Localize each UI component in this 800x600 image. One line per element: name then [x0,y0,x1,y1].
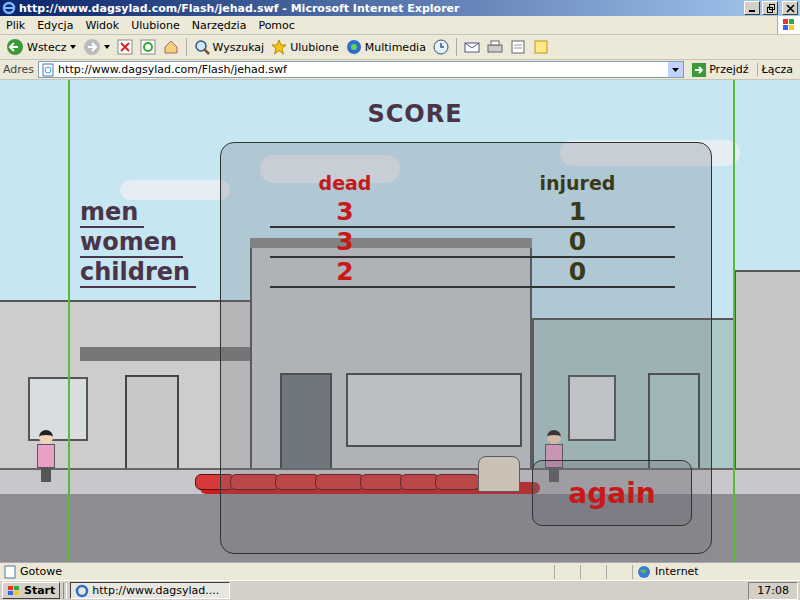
minimize-icon [748,4,757,13]
star-icon [271,39,287,55]
go-button[interactable]: Przejdź [688,63,752,77]
windows-logo-icon [7,585,21,597]
pedestrian [36,430,56,482]
row-label: women [80,228,270,258]
mail-icon [464,39,480,55]
refresh-icon [140,39,156,55]
flash-game[interactable]: SCORE dead injured men 3 1 women 3 0 child… [0,80,800,562]
taskbar-task[interactable]: http://www.dagsylad.... [70,582,230,599]
search-button[interactable]: Wyszukaj [191,36,268,58]
address-dropdown[interactable] [668,62,683,77]
ie-icon [75,584,89,598]
forward-button[interactable] [80,36,113,58]
page-icon [41,63,55,77]
close-icon [786,4,795,13]
injured-count: 0 [480,258,675,288]
dropdown-icon [70,45,76,49]
menu-item[interactable]: Edycja [31,19,79,32]
cloud [120,180,230,200]
status-text: Gotowe [20,565,551,578]
zone-indicator: Internet [632,565,797,579]
notes-button[interactable] [530,36,552,58]
close-button[interactable] [782,1,798,15]
menu-bar: PlikEdycjaWidokUlubioneNarzędziaPomoc [0,16,800,35]
window-title: http://www.dagsylad.com/Flash/jehad.swf … [19,2,741,15]
status-bar: Gotowe Internet [0,562,800,580]
printer-icon [487,39,503,55]
building [734,270,800,480]
mail-button[interactable] [461,36,483,58]
links-button[interactable]: Łącza [757,63,798,76]
menu-item[interactable]: Plik [0,19,31,32]
menu-item[interactable]: Narzędzia [186,19,253,32]
menu-item[interactable]: Widok [79,19,125,32]
injured-count: 1 [480,198,675,228]
ie-icon [2,1,16,15]
address-label: Adres [3,63,34,76]
taskbar: Start http://www.dagsylad.... 17:08 [0,580,800,600]
stop-button[interactable] [114,36,136,58]
history-button[interactable] [430,36,452,58]
boundary-line [68,80,70,562]
injured-count: 0 [480,228,675,258]
print-button[interactable] [484,36,506,58]
note-icon [533,39,549,55]
windows-logo-icon [777,16,800,34]
menu-item[interactable]: Ulubione [125,19,186,32]
home-icon [163,39,179,55]
menu-item[interactable]: Pomoc [252,19,300,32]
dead-count: 3 [270,228,420,258]
forward-arrow-icon [83,38,101,56]
globe-icon [637,565,651,579]
restore-button[interactable] [762,1,778,15]
row-label: men [80,198,270,228]
restore-icon [766,4,775,13]
score-title: SCORE [330,100,500,128]
refresh-button[interactable] [137,36,159,58]
dropdown-icon [672,68,679,72]
again-button[interactable]: again [532,460,692,526]
history-icon [433,39,449,55]
stop-icon [117,39,133,55]
boundary-line [733,80,735,562]
media-button[interactable]: Multimedia [343,36,429,58]
home-button[interactable] [160,36,182,58]
address-bar: Adres http://www.dagsylad.com/Flash/jeha… [0,60,800,80]
minimize-button[interactable] [744,1,760,15]
page-icon [3,565,17,579]
column-header: dead [270,168,420,198]
start-button[interactable]: Start [2,582,60,599]
row-label: children [80,258,270,288]
address-field[interactable]: http://www.dagsylad.com/Flash/jehad.swf [38,61,684,78]
clock: 17:08 [748,582,798,600]
dropdown-icon [104,45,110,49]
back-arrow-icon [6,38,24,56]
score-table: dead injured men 3 1women 3 0children 2 … [80,168,675,288]
dead-count: 3 [270,198,420,228]
dead-count: 2 [270,258,420,288]
magnifier-icon [194,39,210,55]
title-bar: http://www.dagsylad.com/Flash/jehad.swf … [0,0,800,16]
favorites-button[interactable]: Ulubione [268,36,342,58]
screen: http://www.dagsylad.com/Flash/jehad.swf … [0,0,800,600]
column-header: injured [480,168,675,198]
media-icon [346,39,362,55]
edit-icon [510,39,526,55]
edit-button[interactable] [507,36,529,58]
toolbar: Wstecz Wyszukaj Ulubione Multimedia [0,35,800,60]
go-arrow-icon [692,63,706,77]
back-button[interactable]: Wstecz [3,36,79,58]
